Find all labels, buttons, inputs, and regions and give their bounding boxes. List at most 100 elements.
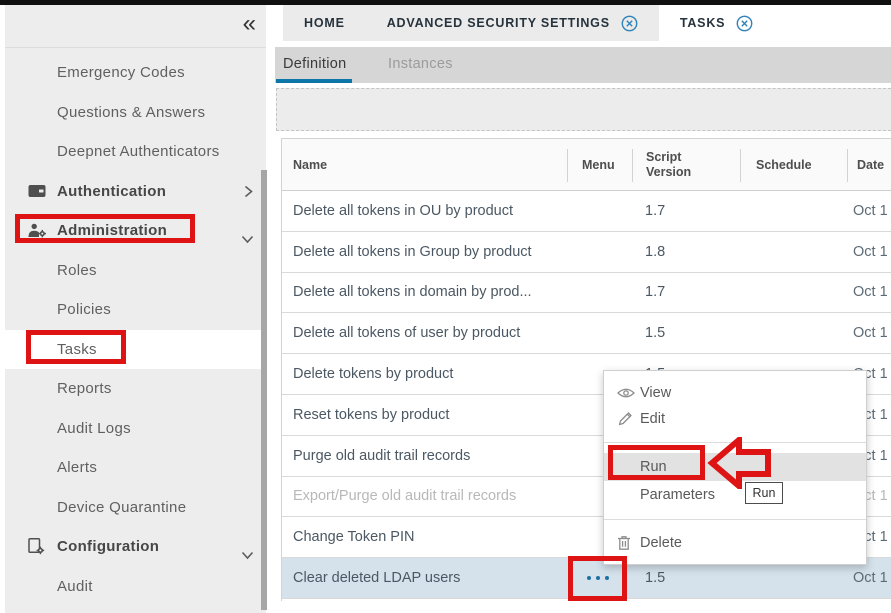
tab-label: ADVANCED SECURITY SETTINGS <box>387 16 610 30</box>
column-divider[interactable] <box>632 149 633 182</box>
tab-bar: HOME ADVANCED SECURITY SETTINGS TASKS <box>283 5 774 41</box>
menu-item-label: Delete <box>640 535 682 551</box>
sidebar-item-authentication[interactable]: Authentication <box>5 172 266 212</box>
row-actions-menu-button[interactable] <box>584 576 611 580</box>
sidebar-item-label: Administration <box>57 222 167 239</box>
cell-version: 1.5 <box>645 570 665 586</box>
sidebar-item-label: Questions & Answers <box>57 104 205 121</box>
cell-date: Oct 1 <box>853 203 888 219</box>
sidebar-item-label: Alerts <box>57 459 97 476</box>
cell-version: 1.8 <box>645 244 665 260</box>
sidebar-item-label: Deepnet Authenticators <box>57 143 220 160</box>
menu-item-edit[interactable]: Edit <box>604 406 866 432</box>
toolbar-dropzone <box>276 88 891 131</box>
menu-item-delete[interactable]: Delete <box>604 530 866 556</box>
cell-date: Oct 1 <box>853 325 888 341</box>
sidebar-item-roles[interactable]: Roles <box>5 251 266 291</box>
sidebar-item-audit[interactable]: Audit <box>5 567 266 607</box>
run-tooltip: Run <box>745 482 783 504</box>
menu-item-label: Parameters <box>640 487 715 503</box>
menu-separator <box>604 519 866 520</box>
eye-icon <box>617 387 637 399</box>
table-header-row: Name Menu Script Version Schedule Date <box>282 139 891 191</box>
cell-date: Oct 1 <box>853 570 888 586</box>
menu-item-label: Run <box>640 459 667 475</box>
sidebar-item-label: Tasks <box>57 341 97 358</box>
cell-version: 1.7 <box>645 203 665 219</box>
user-gear-icon <box>28 223 50 238</box>
sidebar-header: « <box>5 5 266 48</box>
cell-version: 1.5 <box>645 325 665 341</box>
document-gear-icon <box>28 538 50 555</box>
column-divider[interactable] <box>847 149 848 182</box>
sidebar-item-alerts[interactable]: Alerts <box>5 448 266 488</box>
cell-version: 1.7 <box>645 284 665 300</box>
sidebar-item-label: Configuration <box>57 538 159 555</box>
tab-home[interactable]: HOME <box>283 5 366 41</box>
cell-name: Reset tokens by product <box>293 407 449 423</box>
chevron-right-icon[interactable] <box>243 185 254 198</box>
pencil-icon <box>617 411 637 427</box>
tab-advanced-security-settings[interactable]: ADVANCED SECURITY SETTINGS <box>366 5 659 41</box>
sidebar-item-label: Reports <box>57 380 112 397</box>
sidebar-item-deepnet-authenticators[interactable]: Deepnet Authenticators <box>5 132 266 172</box>
table-row-delete-all-tokens-in-group-by-product[interactable]: Delete all tokens in Group by product 1.8… <box>282 232 891 273</box>
table-row-delete-all-tokens-of-user-by-product[interactable]: Delete all tokens of user by product1.5O… <box>282 313 891 354</box>
cell-name: Delete all tokens in Group by product <box>293 244 532 260</box>
trash-icon <box>617 535 637 551</box>
column-header-name[interactable]: Name <box>293 158 563 173</box>
sidebar-scrollbar-thumb[interactable] <box>261 170 267 610</box>
close-icon[interactable] <box>736 15 753 32</box>
sidebar-item-tasks[interactable]: Tasks <box>5 330 266 370</box>
chevron-down-icon[interactable] <box>241 551 254 560</box>
column-divider[interactable] <box>567 149 568 182</box>
sidebar-item-label: Authentication <box>57 183 166 200</box>
cell-name: Change Token PIN <box>293 529 414 545</box>
sidebar-item-label: Emergency Codes <box>57 64 185 81</box>
menu-separator <box>604 442 866 443</box>
menu-item-view[interactable]: View <box>604 380 866 406</box>
menu-item-label: Edit <box>640 411 665 427</box>
close-icon[interactable] <box>621 15 638 32</box>
sidebar-item-label: Audit Logs <box>57 420 131 437</box>
tab-instances[interactable]: Instances <box>388 56 453 72</box>
column-header-menu[interactable]: Menu <box>582 158 632 173</box>
cell-name: Delete tokens by product <box>293 366 453 382</box>
sidebar-item-administration[interactable]: Administration <box>5 211 266 251</box>
menu-item-parameters[interactable]: Parameters <box>604 481 866 509</box>
active-subtab-underline <box>276 79 352 84</box>
sidebar-item-label: Device Quarantine <box>57 499 186 516</box>
table-row-delete-all-tokens-in-ou-by-product[interactable]: Delete all tokens in OU by product 1.7 Oct… <box>282 191 891 232</box>
column-header-date[interactable]: Date <box>857 158 891 173</box>
chevron-down-icon[interactable] <box>241 235 254 244</box>
tab-label: HOME <box>304 16 345 30</box>
column-header-schedule[interactable]: Schedule <box>756 158 836 173</box>
sidebar-item-emergency-codes[interactable]: Emergency Codes <box>5 53 266 93</box>
collapse-sidebar-icon[interactable]: « <box>243 11 256 37</box>
menu-item-run[interactable]: Run <box>604 453 866 481</box>
tab-tasks[interactable]: TASKS <box>659 5 774 41</box>
tab-label: TASKS <box>680 16 725 30</box>
sidebar-item-configuration[interactable]: Configuration <box>5 527 266 567</box>
menu-item-label: View <box>640 385 671 401</box>
sidebar-item-reports[interactable]: Reports <box>5 369 266 409</box>
sidebar-item-audit-logs[interactable]: Audit Logs <box>5 409 266 449</box>
cell-name: Export/Purge old audit trail records <box>293 488 516 504</box>
sidebar-nav: Emergency Codes Questions & Answers Deepne… <box>5 53 266 606</box>
cell-name: Delete all tokens in OU by product <box>293 203 513 219</box>
table-row-delete-all-tokens-in-domain-by-prod[interactable]: Delete all tokens in domain by prod...1.… <box>282 273 891 314</box>
tab-definition[interactable]: Definition <box>283 56 346 72</box>
sidebar: « Emergency Codes Questions & Answers Deep… <box>5 5 266 613</box>
sidebar-item-device-quarantine[interactable]: Device Quarantine <box>5 488 266 528</box>
column-divider[interactable] <box>740 149 741 182</box>
wallet-icon <box>28 184 50 198</box>
sidebar-item-label: Roles <box>57 262 97 279</box>
context-menu: View Edit Run Parameters Delete <box>603 370 867 565</box>
subtab-bar: Definition Instances <box>275 47 891 83</box>
run-tooltip-label: Run <box>753 486 776 500</box>
sidebar-item-policies[interactable]: Policies <box>5 290 266 330</box>
sidebar-item-questions-answers[interactable]: Questions & Answers <box>5 93 266 133</box>
cell-date: Oct 1 <box>853 284 888 300</box>
cell-name: Purge old audit trail records <box>293 448 470 464</box>
column-header-script-version[interactable]: Script Version <box>646 150 706 180</box>
